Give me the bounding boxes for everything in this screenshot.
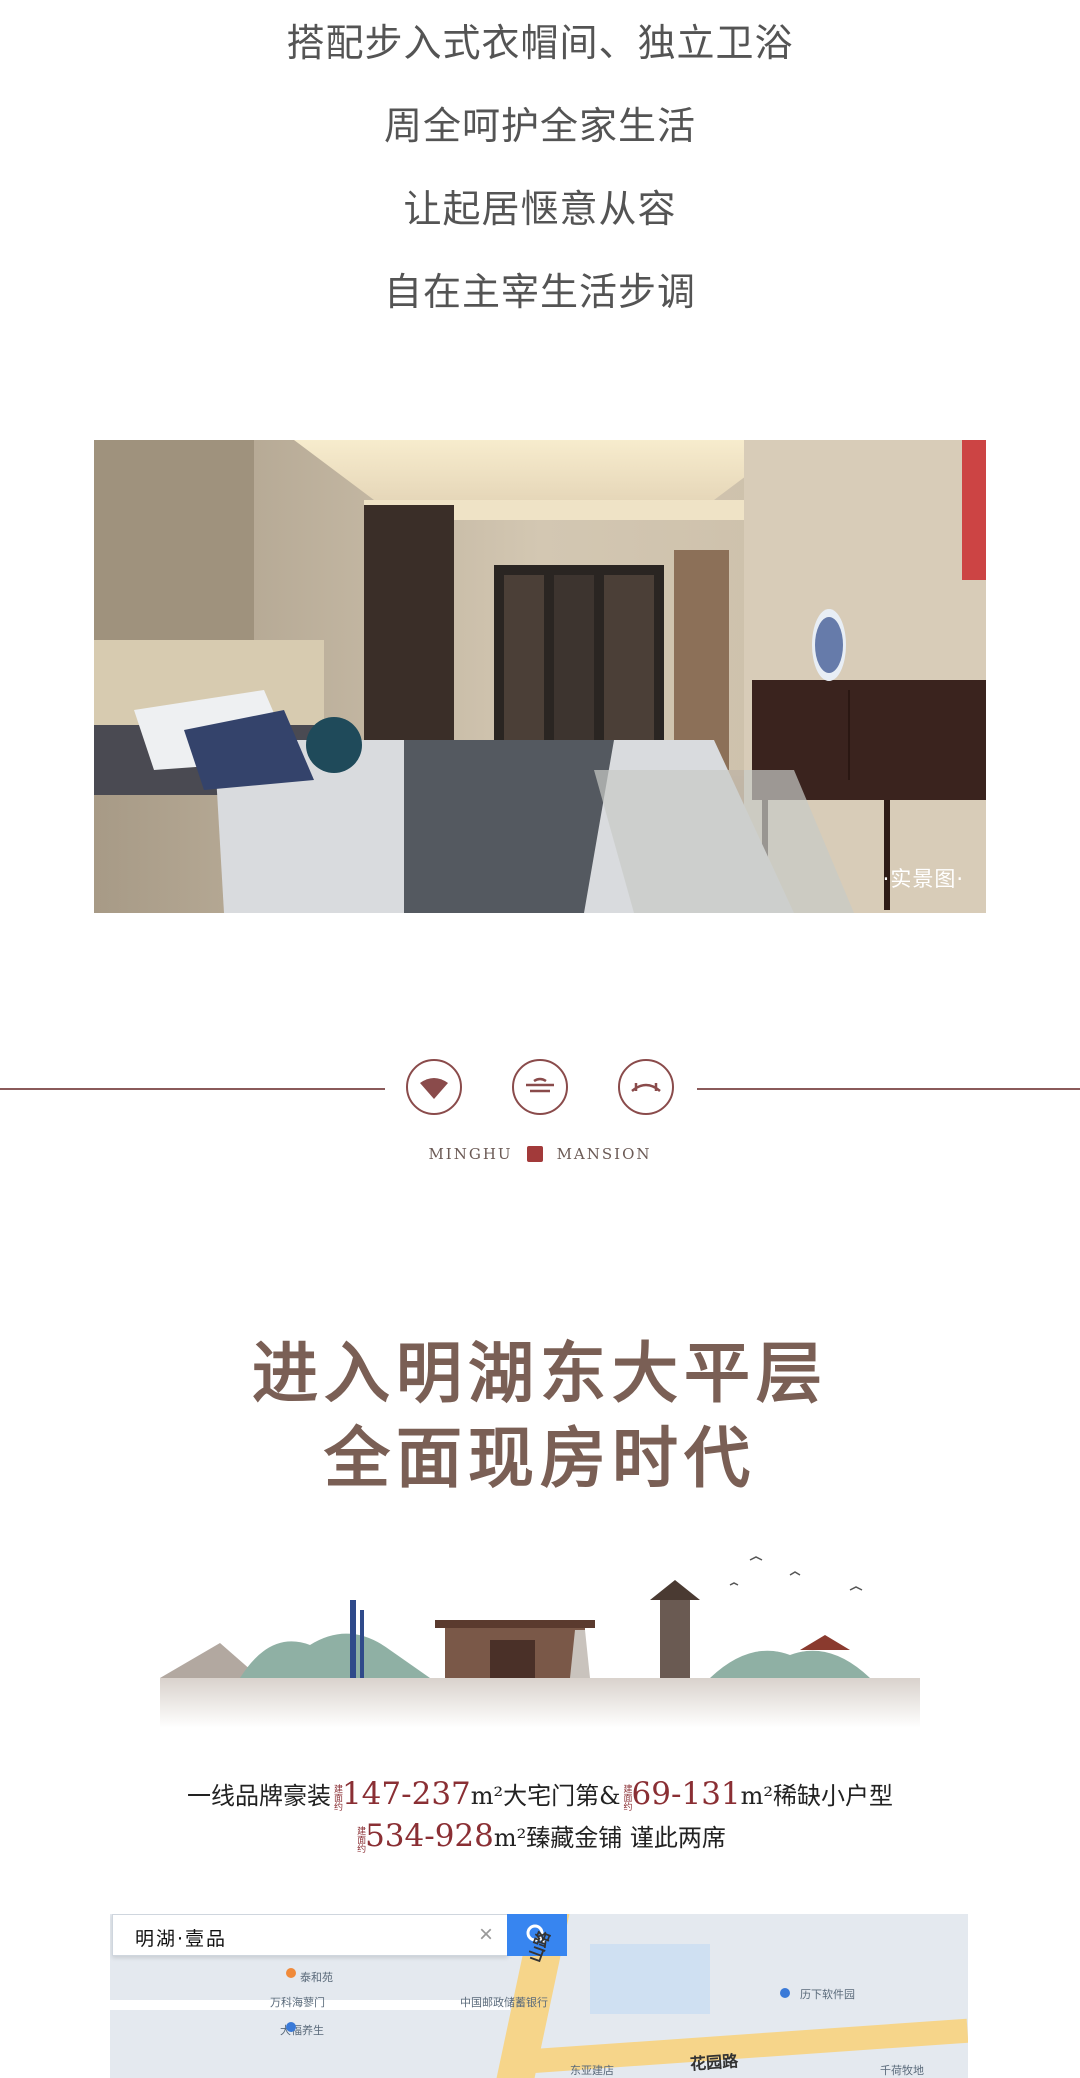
info-label-3: 臻藏金铺 谨此两席 <box>526 1824 726 1852</box>
intro-line-4: 自在主宰生活步调 <box>383 270 696 314</box>
fan-icon <box>406 1059 462 1115</box>
info-tag-2: 建面约 <box>621 1784 632 1811</box>
info-tag-1: 建面约 <box>331 1784 342 1811</box>
poi-marker-icon <box>286 2022 296 2032</box>
poi-marker-icon <box>286 1968 296 1978</box>
intro-line-1: 搭配步入式衣帽间、独立卫浴 <box>286 21 794 65</box>
info-unit-2: m² <box>740 1782 774 1810</box>
headline-line-1: 进入明湖东大平层 <box>252 1334 828 1412</box>
info-range-3: 534-928 <box>365 1818 494 1854</box>
brand-text-left: MINGHU <box>428 1145 513 1163</box>
info-range-1: 147-237 <box>341 1776 471 1812</box>
seal-icon <box>526 1146 543 1162</box>
road-label-huayuan: 花园路 <box>689 2051 739 2074</box>
info-prefix: 一线品牌豪装 <box>186 1782 331 1810</box>
poi-marker-icon <box>780 1988 790 1998</box>
poi-software-park[interactable]: 历下软件园 <box>800 1986 855 2002</box>
map-search-box[interactable]: 明湖·壹品 × <box>112 1914 508 1956</box>
divider-left <box>0 1088 385 1090</box>
skyline-illustration <box>160 1556 920 1728</box>
bridge-icon <box>618 1059 674 1115</box>
poi-vanke[interactable]: 万科海蓼门 <box>270 1994 325 2010</box>
photo-caption: ·实景图· <box>882 867 964 891</box>
map-view[interactable]: 明湖·壹品 × 山路 花园路 泰和苑 万科海蓼门 中国邮政储蓄银行 大福养生 历… <box>110 1914 968 2078</box>
bedroom-photo: ·实景图· <box>94 440 986 913</box>
clear-icon[interactable]: × <box>479 1921 493 1949</box>
brand-text-right: MANSION <box>556 1145 652 1163</box>
intro-line-3: 让起居惬意从容 <box>403 187 677 231</box>
info-unit-3: m² <box>493 1824 527 1852</box>
poi-postbank[interactable]: 中国邮政储蓄银行 <box>460 1994 548 2010</box>
info-range-2: 69-131 <box>631 1776 741 1812</box>
poi-qianhe[interactable]: 千荷牧地 <box>880 2062 924 2078</box>
poi-taihe[interactable]: 泰和苑 <box>300 1969 333 1985</box>
divider-right <box>697 1088 1080 1090</box>
map-block <box>590 1944 710 2014</box>
info-label-1: 大宅门第& <box>503 1782 621 1810</box>
info-label-2: 稀缺小户型 <box>773 1782 894 1810</box>
map-search-input[interactable]: 明湖·壹品 <box>135 1924 227 1951</box>
info-row-2: 建面约534-928m²臻藏金铺 谨此两席 <box>0 1818 1080 1854</box>
poi-dongya[interactable]: 东亚建店 <box>570 2062 614 2078</box>
info-row-1: 一线品牌豪装建面约147-237m²大宅门第&建面约69-131m²稀缺小户型 <box>0 1776 1080 1812</box>
bedroom-illustration <box>94 440 986 913</box>
info-unit-1: m² <box>470 1782 504 1810</box>
brand-logo: MINGHU MANSION <box>0 1145 1080 1163</box>
mountain-icon <box>512 1059 568 1115</box>
headline-line-2: 全面现房时代 <box>324 1419 756 1497</box>
intro-line-2: 周全呵护全家生活 <box>383 104 696 148</box>
info-tag-3: 建面约 <box>355 1826 366 1853</box>
